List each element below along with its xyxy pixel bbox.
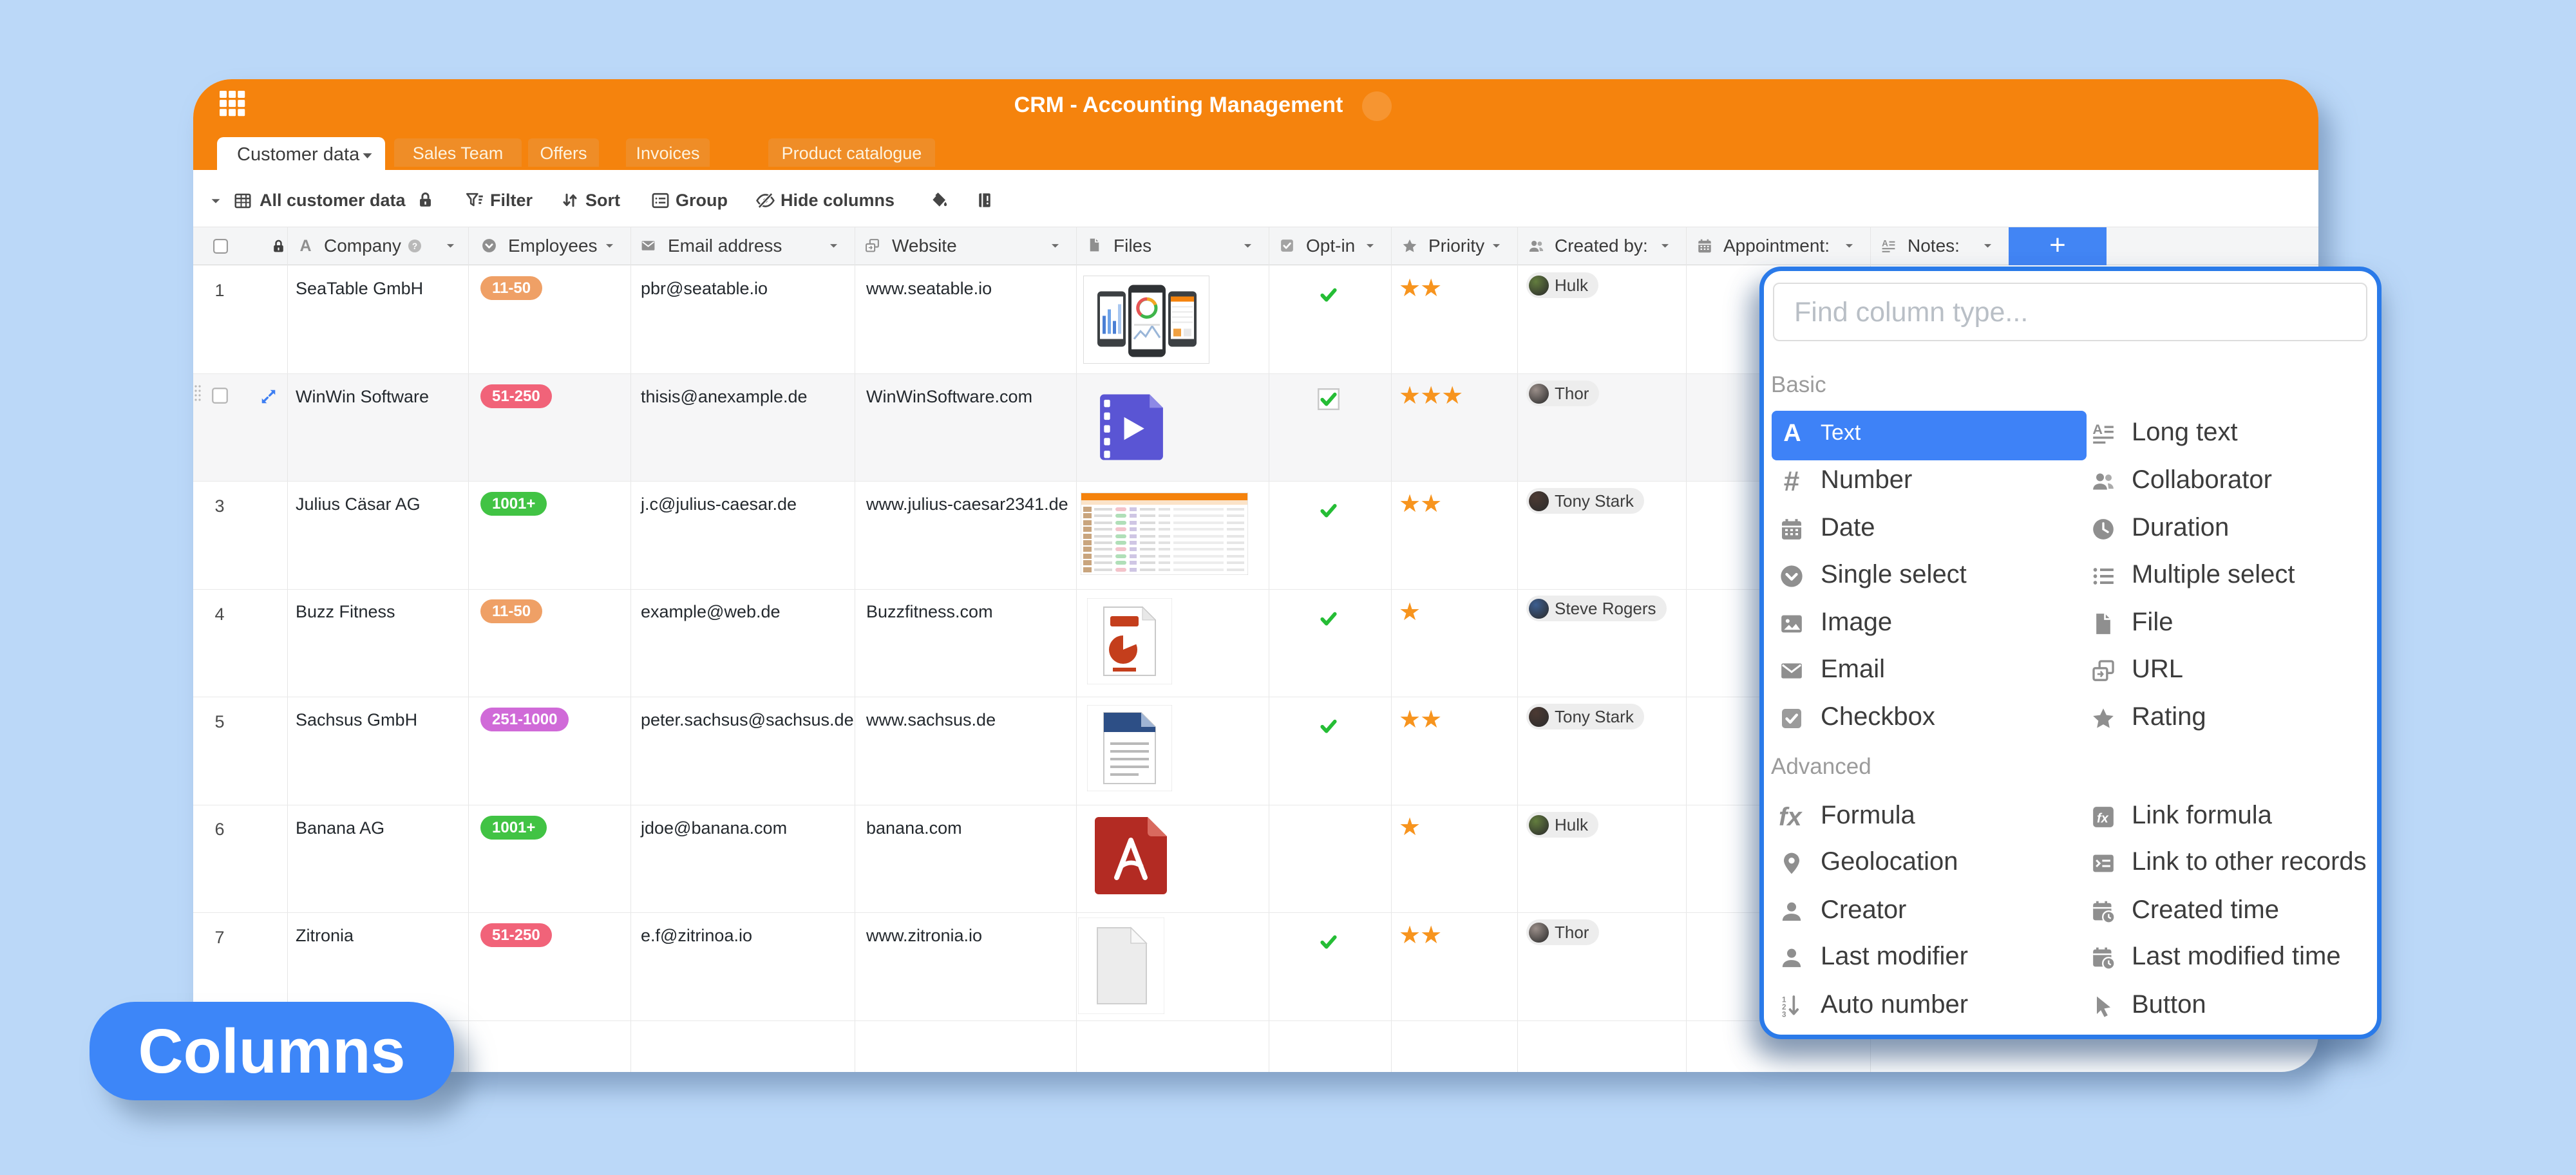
svg-text:A: A [2092,421,2103,437]
svg-text:fx: fx [2097,811,2109,825]
svg-text:A: A [1882,239,1888,249]
svg-text:?: ? [412,241,417,251]
svg-text:3: 3 [1782,1011,1786,1019]
